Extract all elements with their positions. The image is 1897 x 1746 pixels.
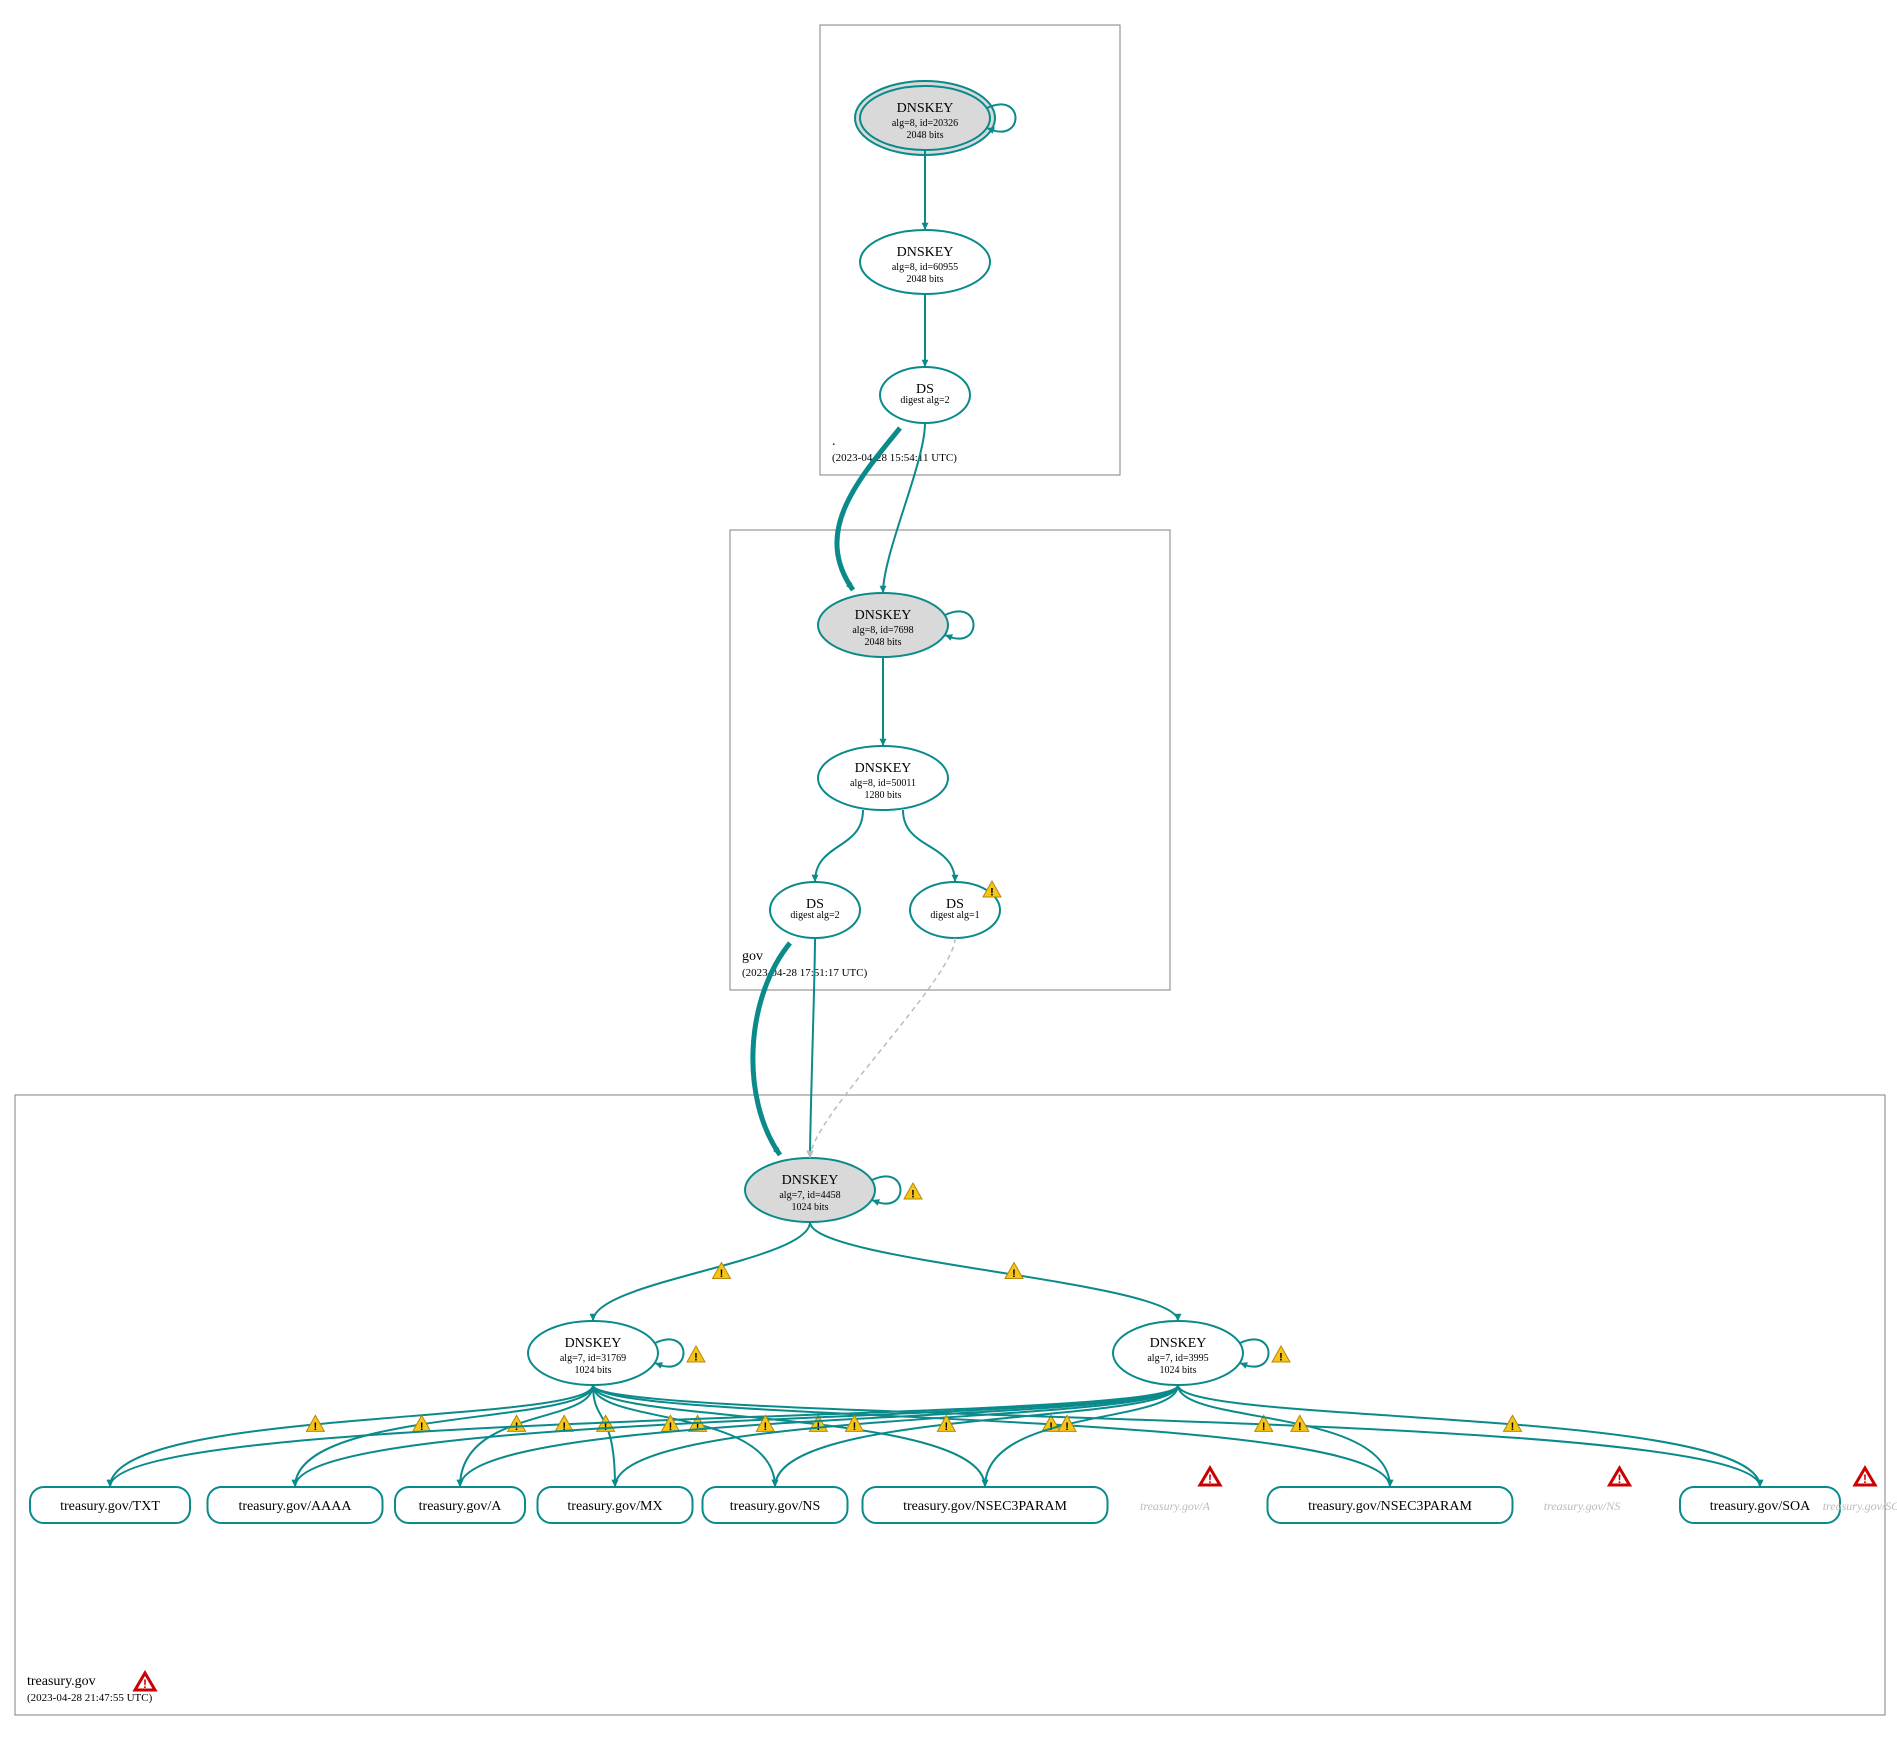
svg-text:!: !: [1618, 1472, 1622, 1486]
svg-text:!: !: [911, 1189, 915, 1201]
node-detail: alg=8, id=50011: [850, 778, 916, 789]
node-detail: alg=7, id=3995: [1147, 1353, 1208, 1364]
svg-text:!: !: [1012, 1268, 1016, 1280]
zone-timestamp: (2023-04-28 21:47:55 UTC): [27, 1692, 153, 1704]
svg-text:!: !: [1065, 1421, 1069, 1433]
node-title: DNSKEY: [855, 761, 912, 776]
node-detail: 2048 bits: [907, 130, 944, 141]
node-detail: 2048 bits: [907, 274, 944, 285]
svg-text:!: !: [853, 1421, 857, 1433]
svg-text:!: !: [990, 887, 994, 899]
node-detail: alg=8, id=60955: [892, 262, 958, 273]
rrset-label: treasury.gov/NSEC3PARAM: [1308, 1499, 1472, 1514]
dnssec-graph: . (2023-04-28 15:54:11 UTC) gov (2023-04-28…: [0, 0, 1897, 1746]
node-detail: alg=7, id=31769: [560, 1353, 626, 1364]
node-title: DNSKEY: [782, 1173, 839, 1188]
zone-timestamp: (2023-04-28 17:51:17 UTC): [742, 967, 868, 979]
rrset-label: treasury.gov/TXT: [60, 1499, 160, 1514]
rrset-label: treasury.gov/MX: [567, 1499, 662, 1514]
node-title: DNSKEY: [565, 1336, 622, 1351]
rrset-label-dim: treasury.gov/A: [1140, 1499, 1211, 1513]
node-title: DNSKEY: [897, 101, 954, 116]
zone-timestamp: (2023-04-28 15:54:11 UTC): [832, 452, 957, 464]
rrset-label: treasury.gov/A: [419, 1499, 503, 1514]
svg-text:!: !: [1049, 1421, 1053, 1433]
node-detail: digest alg=2: [790, 910, 839, 921]
node-detail: 1024 bits: [575, 1365, 612, 1376]
zone-name: .: [832, 434, 836, 449]
svg-text:!: !: [763, 1421, 767, 1433]
zone-name: treasury.gov: [27, 1674, 96, 1689]
rrset-label-dim: treasury.gov/SOA: [1823, 1499, 1897, 1513]
rrset-label: treasury.gov/SOA: [1710, 1499, 1811, 1514]
rrset-label-dim: treasury.gov/NS: [1544, 1499, 1621, 1513]
svg-text:!: !: [1208, 1472, 1212, 1486]
node-detail: digest alg=1: [930, 910, 979, 921]
node-detail: 2048 bits: [865, 637, 902, 648]
node-detail: 1280 bits: [865, 790, 902, 801]
zone-box: [15, 1095, 1885, 1715]
svg-text:!: !: [1298, 1421, 1302, 1433]
node-detail: 1024 bits: [1160, 1365, 1197, 1376]
svg-text:!: !: [314, 1421, 318, 1433]
node-detail: 1024 bits: [792, 1202, 829, 1213]
svg-text:!: !: [1863, 1472, 1867, 1486]
node-detail: alg=8, id=7698: [852, 625, 913, 636]
rrset-label: treasury.gov/NSEC3PARAM: [903, 1499, 1067, 1514]
svg-text:!: !: [945, 1421, 949, 1433]
zone-name: gov: [742, 949, 763, 964]
rrset-label: treasury.gov/AAAA: [238, 1499, 352, 1514]
svg-text:!: !: [1511, 1421, 1515, 1433]
rrset-label: treasury.gov/NS: [730, 1499, 820, 1514]
node-title: DNSKEY: [1150, 1336, 1207, 1351]
svg-text:!: !: [694, 1352, 698, 1364]
svg-text:!: !: [143, 1677, 147, 1691]
svg-text:!: !: [1279, 1352, 1283, 1364]
node-title: DNSKEY: [897, 245, 954, 260]
node-detail: digest alg=2: [900, 395, 949, 406]
svg-text:!: !: [1262, 1421, 1266, 1433]
node-detail: alg=7, id=4458: [779, 1190, 840, 1201]
node-title: DNSKEY: [855, 608, 912, 623]
svg-text:!: !: [720, 1268, 724, 1280]
node-detail: alg=8, id=20326: [892, 118, 958, 129]
